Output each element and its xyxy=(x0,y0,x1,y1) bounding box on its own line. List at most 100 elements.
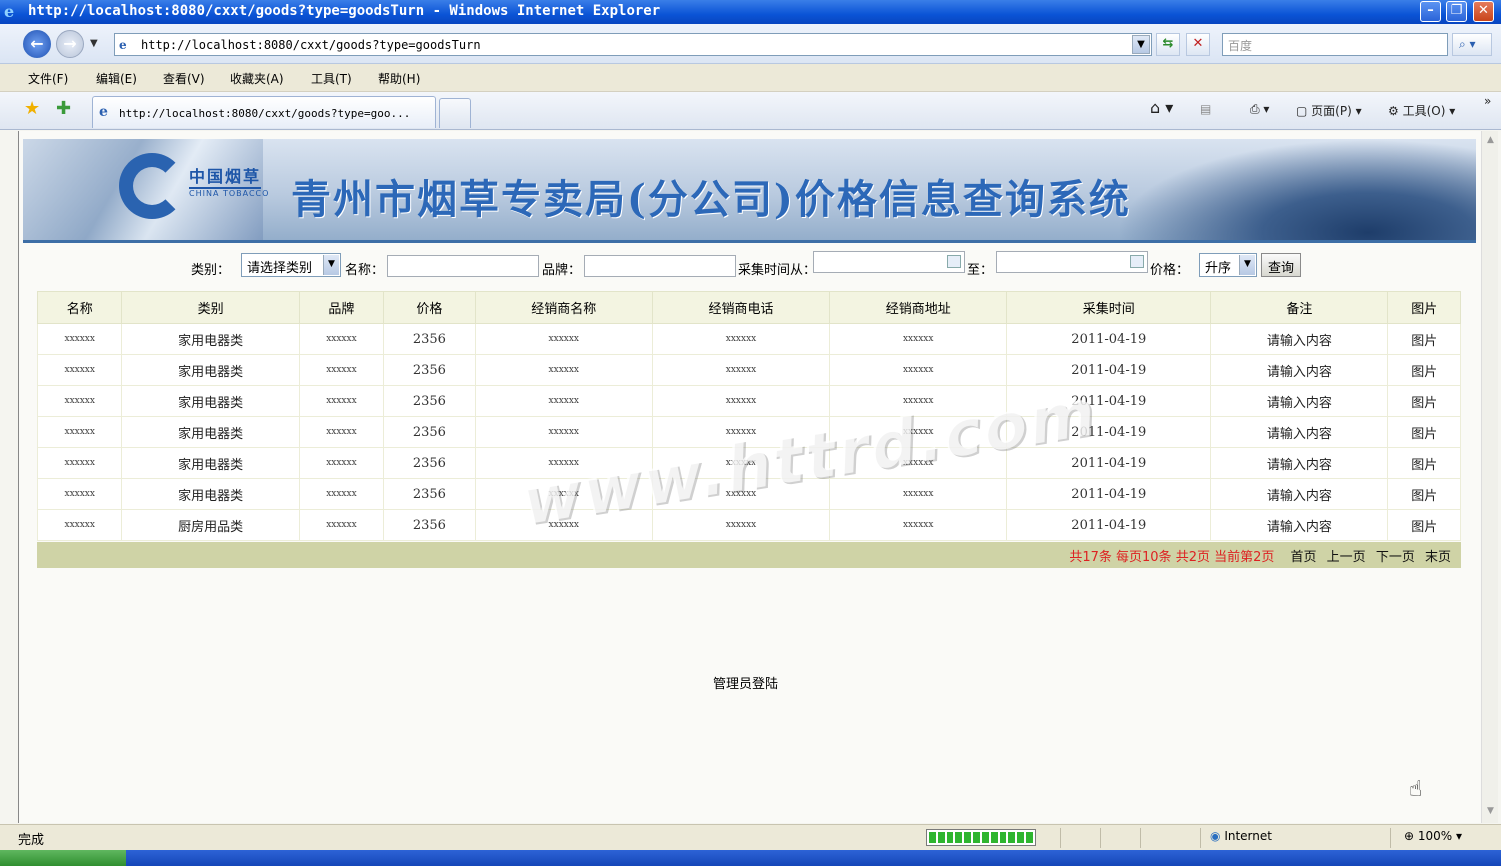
search-input[interactable]: 百度 xyxy=(1222,33,1448,56)
zoom-control[interactable]: ⊕ 100% ▾ xyxy=(1404,829,1462,843)
remark-cell: 请输入内容 xyxy=(1210,354,1389,386)
zoom-level: 100% xyxy=(1417,829,1453,843)
admin-login-link[interactable]: 管理员登陆 xyxy=(713,673,778,692)
dealer-name-cell: xxxxxx xyxy=(474,385,653,417)
scroll-up-icon[interactable]: ▲ xyxy=(1484,135,1497,148)
tab-current[interactable]: e http://localhost:8080/cxxt/goods?type=… xyxy=(92,96,436,128)
picture-link[interactable]: 图片 xyxy=(1387,478,1461,510)
brand-cell: xxxxxx xyxy=(298,447,385,479)
picture-link[interactable]: 图片 xyxy=(1387,416,1461,448)
home-icon[interactable]: ⌂ ▾ xyxy=(1150,98,1173,117)
address-dropdown-icon[interactable]: ▼ xyxy=(1132,35,1150,54)
category-cell: 厨房用品类 xyxy=(121,509,300,541)
refresh-button[interactable]: ⇆ xyxy=(1156,33,1180,56)
back-button[interactable]: ← xyxy=(23,30,51,58)
menu-help[interactable]: 帮助(H) xyxy=(378,70,420,87)
brand-cell: xxxxxx xyxy=(298,478,385,510)
tab-title: http://localhost:8080/cxxt/goods?type=go… xyxy=(119,107,411,120)
minimize-button[interactable]: – xyxy=(1420,1,1441,22)
table-row: xxxxxx 家用电器类 xxxxxx 2356 xxxxxx xxxxxx xxxxxx 2… xyxy=(36,385,1461,417)
price-cell: 2356 xyxy=(383,447,476,479)
page-menu-button[interactable]: ▢ 页面(P) ▾ xyxy=(1296,102,1362,119)
table-row: xxxxxx 家用电器类 xxxxxx 2356 xxxxxx xxxxxx xxxxxx 2… xyxy=(36,323,1461,355)
brand-input[interactable] xyxy=(584,255,736,277)
column-header: 品牌 xyxy=(298,291,385,324)
status-divider xyxy=(1390,828,1391,848)
mountain-decoration xyxy=(1116,139,1476,240)
menu-bar: 文件(F) 编辑(E) 查看(V) 收藏夹(A) 工具(T) 帮助(H) xyxy=(0,64,1501,92)
add-favorites-icon[interactable]: ✚ xyxy=(56,98,71,119)
picture-link[interactable]: 图片 xyxy=(1387,509,1461,541)
new-tab-button[interactable] xyxy=(439,98,471,128)
table-row: xxxxxx 家用电器类 xxxxxx 2356 xxxxxx xxxxxx xxxxxx 2… xyxy=(36,354,1461,386)
last-page-link[interactable]: 末页 xyxy=(1425,550,1451,565)
stop-button[interactable]: ✕ xyxy=(1186,33,1210,56)
print-icon[interactable]: ⎙ ▾ xyxy=(1250,102,1269,117)
start-button[interactable] xyxy=(0,850,126,866)
security-zone[interactable]: ◉ Internet xyxy=(1210,829,1272,843)
menu-favorites[interactable]: 收藏夹(A) xyxy=(230,70,284,87)
calendar-icon[interactable] xyxy=(947,255,961,268)
menu-view[interactable]: 查看(V) xyxy=(163,70,205,87)
menu-edit[interactable]: 编辑(E) xyxy=(96,70,137,87)
status-divider xyxy=(1060,828,1061,848)
maximize-button[interactable]: ❐ xyxy=(1446,1,1467,22)
category-cell: 家用电器类 xyxy=(121,416,300,448)
vertical-scrollbar[interactable]: ▲ ▼ xyxy=(1481,131,1498,823)
picture-link[interactable]: 图片 xyxy=(1387,447,1461,479)
dealer-phone-cell: xxxxxx xyxy=(651,323,831,355)
category-select[interactable]: 请选择类别 ▼ xyxy=(241,253,341,277)
forward-button[interactable]: → xyxy=(56,30,84,58)
status-bar: 完成 ◉ Internet ⊕ 100% ▾ xyxy=(0,824,1501,850)
category-cell: 家用电器类 xyxy=(121,447,300,479)
tools-menu-button[interactable]: ⚙ 工具(O) ▾ xyxy=(1388,102,1455,119)
collect-time-cell: 2011-04-19 xyxy=(1006,509,1212,541)
prev-page-link[interactable]: 上一页 xyxy=(1327,550,1366,565)
column-header: 图片 xyxy=(1387,291,1461,324)
time-from-label: 采集时间从： xyxy=(738,263,817,278)
remark-cell: 请输入内容 xyxy=(1210,509,1389,541)
ie-logo-icon: e xyxy=(4,2,15,21)
name-input[interactable] xyxy=(387,255,539,277)
query-button[interactable]: 查询 xyxy=(1261,253,1302,277)
picture-link[interactable]: 图片 xyxy=(1387,354,1461,386)
table-header-row: 名称 类别 品牌 价格 经销商名称 经销商电话 经销商地址 采集时间 备注 图片 xyxy=(36,291,1461,324)
title-bar: e http://localhost:8080/cxxt/goods?type=… xyxy=(0,0,1501,24)
favorites-star-icon[interactable]: ★ xyxy=(24,98,40,119)
collect-time-cell: 2011-04-19 xyxy=(1006,323,1212,355)
pagination-bar: 共17条 每页10条 共2页 当前第2页 首页 上一页 下一页 末页 xyxy=(37,542,1461,568)
taskbar xyxy=(0,850,1501,866)
next-page-link[interactable]: 下一页 xyxy=(1376,550,1415,565)
picture-link[interactable]: 图片 xyxy=(1387,385,1461,417)
zoom-icon: ⊕ xyxy=(1404,829,1415,843)
calendar-icon[interactable] xyxy=(1130,255,1144,268)
dealer-phone-cell: xxxxxx xyxy=(651,354,831,386)
category-cell: 家用电器类 xyxy=(121,385,300,417)
page-content: 中国烟草 CHINA TOBACCO 青州市烟草专卖局(分公司)价格信息查询系统… xyxy=(18,131,1481,823)
menu-tools[interactable]: 工具(T) xyxy=(311,70,352,87)
menu-file[interactable]: 文件(F) xyxy=(28,70,68,87)
column-header: 经销商名称 xyxy=(474,291,653,324)
scroll-down-icon[interactable]: ▼ xyxy=(1484,806,1497,819)
category-value: 请选择类别 xyxy=(247,261,313,276)
time-from-input[interactable] xyxy=(813,251,965,273)
more-chevron-icon[interactable]: » xyxy=(1484,94,1491,108)
recent-pages-dropdown[interactable]: ▼ xyxy=(90,38,98,49)
search-icon[interactable]: ⌕ ▾ xyxy=(1452,33,1492,56)
feeds-icon[interactable]: ▤ xyxy=(1200,102,1211,116)
first-page-link[interactable]: 首页 xyxy=(1291,550,1317,565)
address-input[interactable]: e http://localhost:8080/cxxt/goods?type=… xyxy=(114,33,1152,56)
close-button[interactable]: ✕ xyxy=(1473,1,1494,22)
price-order-select[interactable]: 升序 ▼ xyxy=(1199,253,1257,277)
time-to-label: 至： xyxy=(967,263,994,278)
tab-page-icon: e xyxy=(99,104,108,120)
name-cell: xxxxxx xyxy=(36,509,123,541)
price-cell: 2356 xyxy=(383,323,476,355)
picture-link[interactable]: 图片 xyxy=(1387,323,1461,355)
status-divider xyxy=(1200,828,1201,848)
name-cell: xxxxxx xyxy=(36,354,123,386)
page-menu-label: 页面(P) xyxy=(1311,104,1352,118)
chevron-down-icon: ▼ xyxy=(1239,255,1255,275)
hand-cursor-icon: ☝ xyxy=(1409,777,1423,802)
time-to-input[interactable] xyxy=(996,251,1148,273)
